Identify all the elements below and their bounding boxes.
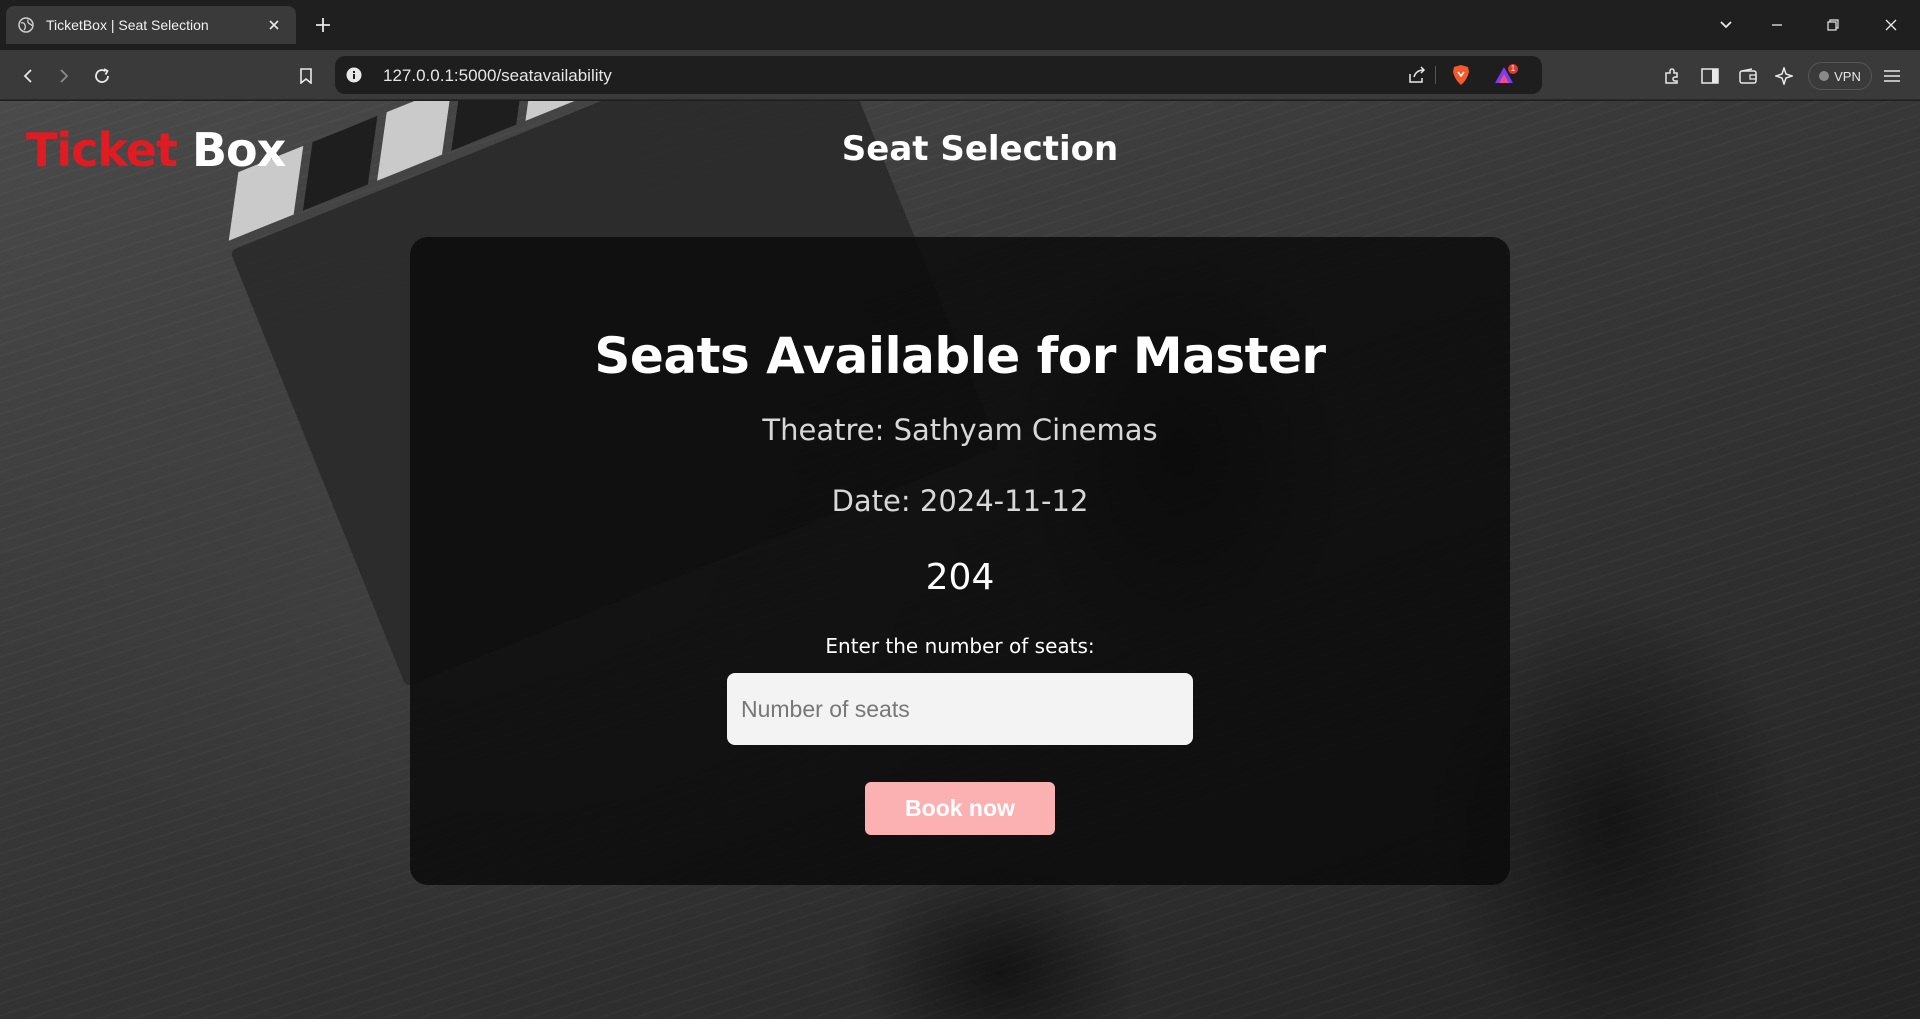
restore-window-button[interactable] xyxy=(1819,12,1847,38)
tab-strip: TicketBox | Seat Selection xyxy=(0,0,1920,50)
close-tab-icon[interactable] xyxy=(264,15,284,35)
share-icon[interactable] xyxy=(1407,65,1427,90)
new-tab-button[interactable] xyxy=(311,13,335,37)
extensions-icon[interactable] xyxy=(1658,62,1686,90)
sidebar-toggle-icon[interactable] xyxy=(1696,62,1724,90)
wallet-icon[interactable] xyxy=(1734,62,1762,90)
back-button[interactable] xyxy=(14,62,42,90)
number-of-seats-input[interactable] xyxy=(727,673,1193,745)
forward-button[interactable] xyxy=(50,62,78,90)
browser-tab[interactable]: TicketBox | Seat Selection xyxy=(6,6,296,44)
book-now-button[interactable]: Book now xyxy=(865,782,1055,835)
page-title: Seat Selection xyxy=(841,129,1119,169)
minimize-window-button[interactable] xyxy=(1763,12,1791,38)
seats-heading: Seats Available for Master xyxy=(594,327,1326,385)
vpn-button[interactable]: VPN xyxy=(1808,62,1872,90)
menu-icon[interactable] xyxy=(1878,62,1906,90)
vpn-status-icon xyxy=(1819,71,1830,81)
site-info-icon[interactable] xyxy=(345,66,363,84)
url-text: 127.0.0.1:5000/seatavailability xyxy=(383,66,612,85)
vpn-label: VPN xyxy=(1834,68,1861,84)
divider xyxy=(1435,66,1436,84)
tab-search-chevron-icon[interactable] xyxy=(1712,12,1740,38)
tab-title: TicketBox | Seat Selection xyxy=(46,17,209,33)
reload-button[interactable] xyxy=(88,62,116,90)
leo-ai-icon[interactable] xyxy=(1770,62,1798,90)
globe-icon xyxy=(18,17,34,33)
brave-shields-icon[interactable] xyxy=(1451,64,1471,91)
brave-rewards-icon[interactable]: 1 xyxy=(1493,64,1519,91)
rewards-badge-count: 1 xyxy=(1510,64,1516,73)
theatre-name: Theatre: Sathyam Cinemas xyxy=(762,413,1158,447)
show-date: Date: 2024-11-12 xyxy=(831,484,1089,518)
page-viewport: Ticket Box Seat Selection Seats Availabl… xyxy=(0,101,1920,1019)
address-bar[interactable]: 127.0.0.1:5000/seatavailability 1 xyxy=(335,56,1542,94)
seats-available-count: 204 xyxy=(925,557,995,598)
seat-selection-card: Seats Available for Master Theatre: Sath… xyxy=(410,237,1510,885)
close-window-button[interactable] xyxy=(1877,12,1905,38)
browser-toolbar: 127.0.0.1:5000/seatavailability 1 xyxy=(0,50,1920,100)
seats-input-label: Enter the number of seats: xyxy=(825,634,1095,658)
bookmark-icon[interactable] xyxy=(292,62,320,90)
